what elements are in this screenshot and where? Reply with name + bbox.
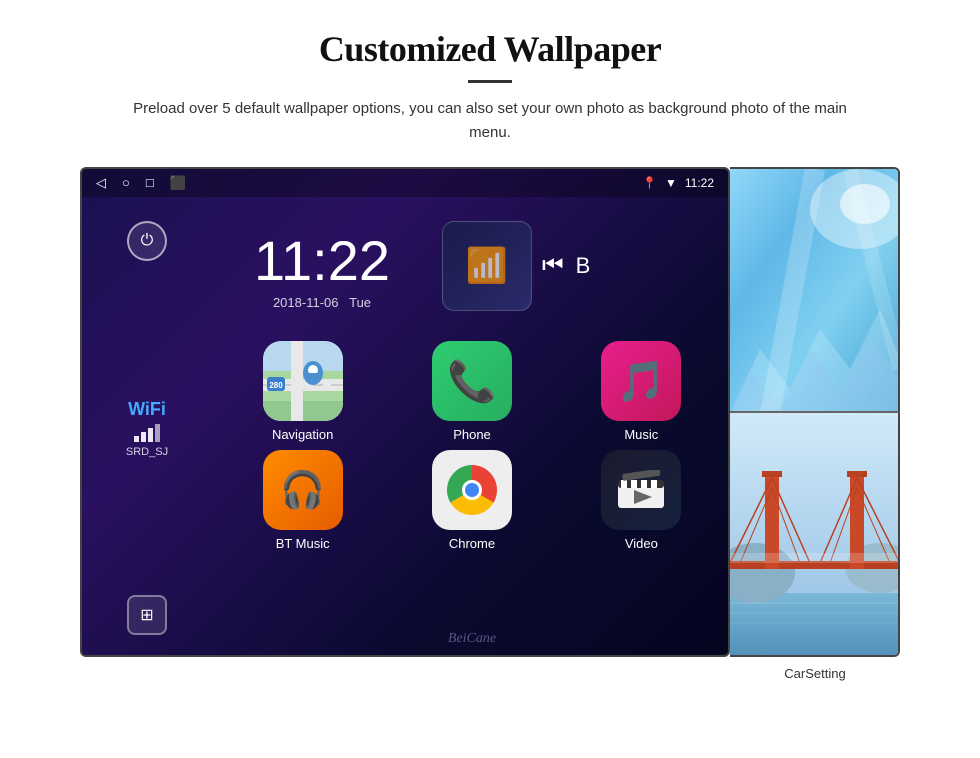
chrome-ring [447, 465, 497, 515]
watermark: BeiCane [448, 631, 496, 647]
clock-widget: 11:22 2018-11-06 Tue [212, 201, 432, 331]
top-widgets: 📶 ⏮ B [432, 201, 730, 331]
bridge-scene [730, 413, 898, 655]
app-item-music[interactable]: 🎵 Music [561, 341, 722, 442]
menu-icon: ⊞ [140, 605, 153, 625]
status-bar: ◁ ○ □ ⬛ 📍 ▼ 11:22 [82, 169, 728, 197]
music-label: Music [624, 427, 658, 442]
screenshot-icon[interactable]: ⬛ [170, 175, 186, 191]
title-divider [468, 80, 512, 83]
wifi-ssid: SRD_SJ [126, 446, 168, 458]
wifi-broadcast-icon: 📶 [466, 246, 508, 286]
svg-text:280: 280 [269, 381, 283, 390]
page-title: Customized Wallpaper [319, 28, 661, 70]
phone-icon: 📞 [432, 341, 512, 421]
app-item-btmusic[interactable]: 🎧 BT Music [222, 450, 383, 551]
navigation-icon: 280 [263, 341, 343, 421]
power-button[interactable]: ⏻ [127, 221, 167, 261]
video-clapper-svg [616, 470, 666, 510]
navigation-label: Navigation [272, 427, 333, 442]
wifi-signal-icon: ▼ [665, 176, 677, 190]
status-time: 11:22 [685, 176, 714, 190]
wifi-info: WiFi SRD_SJ [126, 399, 168, 458]
prev-track-icon[interactable]: ⏮ [542, 253, 564, 280]
location-icon: 📍 [642, 176, 657, 190]
status-right: 📍 ▼ 11:22 [642, 176, 714, 190]
app-grid: 280 Navigation 📞 [212, 341, 730, 551]
app-item-phone[interactable]: 📞 Phone [391, 341, 552, 442]
status-left: ◁ ○ □ ⬛ [96, 175, 186, 191]
bluetooth-glyph: 🎧 [280, 469, 325, 511]
chrome-icon [432, 450, 512, 530]
wifi-label: WiFi [126, 399, 168, 420]
wallpaper-thumbnails [730, 167, 900, 657]
back-icon[interactable]: ◁ [96, 175, 106, 191]
left-sidebar: ⏻ WiFi SRD_SJ ⊞ [82, 201, 212, 655]
btmusic-label: BT Music [276, 536, 330, 551]
main-content: 11:22 2018-11-06 Tue 📶 ⏮ B [212, 201, 730, 655]
page-subtitle: Preload over 5 default wallpaper options… [120, 97, 860, 145]
signal-bar-2 [141, 432, 146, 442]
video-icon [601, 450, 681, 530]
video-label: Video [625, 536, 658, 551]
wallpaper-thumb-bridge[interactable] [730, 412, 900, 657]
music-glyph: 🎵 [616, 358, 666, 405]
music-icon: 🎵 [601, 341, 681, 421]
signal-bar-4 [155, 424, 160, 442]
phone-label: Phone [453, 427, 491, 442]
app-item-navigation[interactable]: 280 Navigation [222, 341, 383, 442]
ice-texture [730, 169, 898, 411]
app-item-chrome[interactable]: Chrome [391, 450, 552, 551]
wallpaper-thumb-ice[interactable] [730, 167, 900, 412]
carsetting-label: CarSetting [730, 666, 900, 681]
media-label: B [576, 253, 591, 279]
clock-time: 11:22 [254, 233, 390, 289]
bridge-svg [730, 413, 900, 657]
chrome-center [462, 480, 482, 500]
wifi-widget: 📶 [442, 221, 532, 311]
signal-bar-3 [148, 428, 153, 442]
home-icon[interactable]: ○ [122, 175, 130, 191]
power-icon: ⏻ [141, 232, 154, 250]
signal-bar-1 [134, 436, 139, 442]
chrome-label: Chrome [449, 536, 495, 551]
media-controls: ⏮ B [542, 253, 590, 280]
btmusic-icon: 🎧 [263, 450, 343, 530]
page-container: Customized Wallpaper Preload over 5 defa… [0, 0, 980, 758]
ice-svg [730, 169, 900, 412]
app-item-video[interactable]: Video [561, 450, 722, 551]
clock-date: 2018-11-06 Tue [273, 295, 371, 310]
navigation-svg: 280 [263, 341, 343, 421]
menu-button[interactable]: ⊞ [127, 595, 167, 635]
phone-glyph: 📞 [447, 358, 497, 405]
android-screen: ◁ ○ □ ⬛ 📍 ▼ 11:22 ⏻ WiFi [80, 167, 730, 657]
wifi-bars [126, 424, 168, 442]
recents-icon[interactable]: □ [146, 175, 154, 191]
screen-wrapper: ◁ ○ □ ⬛ 📍 ▼ 11:22 ⏻ WiFi [80, 167, 900, 657]
